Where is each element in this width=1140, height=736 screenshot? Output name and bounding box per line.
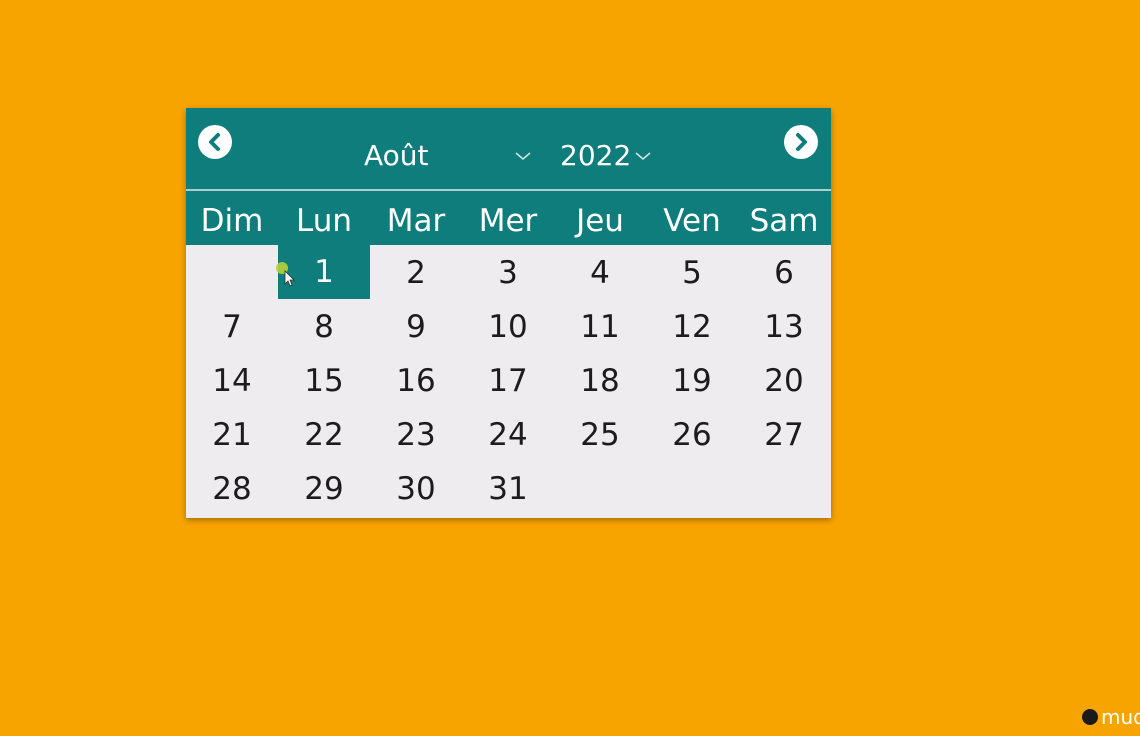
day-cell[interactable]: 6	[738, 245, 830, 299]
weekday-label: Jeu	[576, 203, 624, 239]
weekday-label: Dim	[200, 203, 264, 239]
month-value: Août	[364, 139, 429, 172]
day-cell[interactable]: 30	[370, 461, 462, 515]
day-cell[interactable]: 5	[646, 245, 738, 299]
day-cell[interactable]: 11	[554, 299, 646, 353]
calendar-header: Août 2022 Dim Lun Mar Mer Jeu Ven Sam	[186, 108, 831, 245]
day-cell[interactable]: 22	[278, 407, 370, 461]
day-cell-empty	[186, 245, 278, 299]
month-dropdown[interactable]: Août	[364, 136, 534, 176]
day-cell[interactable]: 9	[370, 299, 462, 353]
weekday-label: Mar	[386, 203, 446, 239]
day-cell[interactable]: 21	[186, 407, 278, 461]
day-cell-empty	[646, 461, 738, 515]
weekday-label: Ven	[663, 203, 721, 239]
chevron-right-circle-icon	[796, 133, 807, 151]
day-cell-empty	[738, 461, 830, 515]
day-cell[interactable]: 10	[462, 299, 554, 353]
day-cell[interactable]: 20	[738, 353, 830, 407]
weekday-row: Dim Lun Mar Mer Jeu Ven Sam	[186, 198, 831, 244]
day-cell[interactable]: 4	[554, 245, 646, 299]
day-cell[interactable]: 15	[278, 353, 370, 407]
day-cell[interactable]: 28	[186, 461, 278, 515]
day-cell-empty	[554, 461, 646, 515]
year-value: 2022	[560, 139, 632, 172]
header-divider	[186, 189, 831, 191]
day-cell[interactable]: 2	[370, 245, 462, 299]
day-cell[interactable]: 25	[554, 407, 646, 461]
watermark: mude	[1082, 704, 1140, 730]
day-cell[interactable]: 7	[186, 299, 278, 353]
previous-month-button[interactable]	[198, 125, 232, 159]
calendar-widget: Août 2022 Dim Lun Mar Mer Jeu Ven Sam 1 …	[186, 108, 831, 518]
chevron-down-icon	[635, 152, 651, 161]
day-cell[interactable]: 31	[462, 461, 554, 515]
next-month-button[interactable]	[784, 125, 818, 159]
watermark-logo-icon	[1082, 709, 1098, 725]
days-grid: 1 2 3 4 5 6 7 8 9 10 11 12 13 14 15 16 1…	[186, 244, 831, 515]
watermark-text: mude	[1101, 705, 1140, 729]
weekday-label: Sam	[749, 203, 819, 239]
day-cell[interactable]: 29	[278, 461, 370, 515]
chevron-down-icon	[515, 152, 531, 161]
day-cell[interactable]: 16	[370, 353, 462, 407]
day-cell[interactable]: 13	[738, 299, 830, 353]
year-dropdown[interactable]: 2022	[560, 136, 660, 176]
day-cell[interactable]: 18	[554, 353, 646, 407]
day-cell[interactable]: 8	[278, 299, 370, 353]
day-cell[interactable]: 12	[646, 299, 738, 353]
day-cell[interactable]: 27	[738, 407, 830, 461]
day-cell[interactable]: 23	[370, 407, 462, 461]
day-cell[interactable]: 26	[646, 407, 738, 461]
day-cell[interactable]: 14	[186, 353, 278, 407]
day-cell[interactable]: 3	[462, 245, 554, 299]
day-cell[interactable]: 24	[462, 407, 554, 461]
chevron-left-circle-icon	[209, 133, 220, 151]
day-cell[interactable]: 17	[462, 353, 554, 407]
weekday-label: Lun	[295, 203, 353, 239]
day-cell[interactable]: 19	[646, 353, 738, 407]
weekday-label: Mer	[478, 203, 538, 239]
day-cell-selected[interactable]: 1	[278, 244, 370, 299]
